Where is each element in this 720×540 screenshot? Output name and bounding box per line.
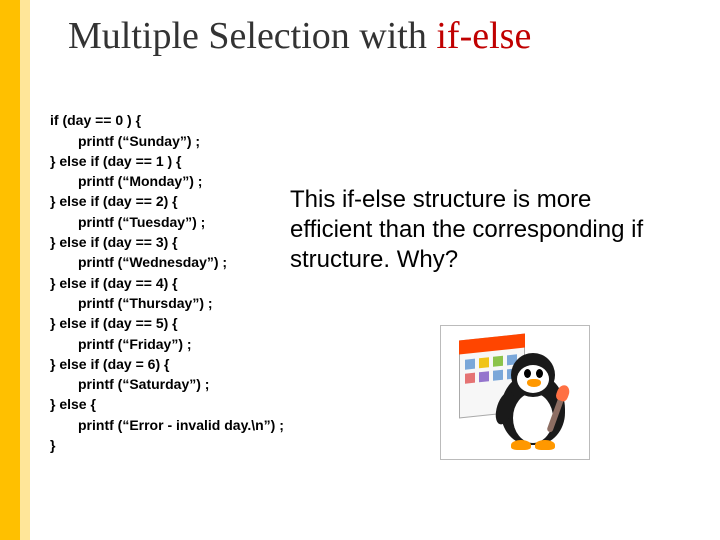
code-line: printf (“Friday”) ; [50,334,192,354]
code-line: printf (“Saturday”) ; [50,374,209,394]
code-line: printf (“Error - invalid day.\n”) ; [50,415,284,435]
code-line: } [50,437,55,453]
clipart-image [440,325,590,460]
explanation-text: This if-else structure is more efficient… [290,185,670,275]
code-block: if (day == 0 ) { printf (“Sunday”) ; } e… [50,90,284,455]
accent-stripe-outer [0,0,20,540]
title-prefix: Multiple Selection with [68,15,436,57]
code-line: } else if (day == 4) { [50,275,178,291]
penguin-painter-icon [455,335,575,450]
code-line: printf (“Wednesday”) ; [50,252,227,272]
code-line: if (day == 0 ) { [50,112,141,128]
code-line: printf (“Thursday”) ; [50,293,213,313]
code-line: } else { [50,396,96,412]
code-line: } else if (day == 3) { [50,234,178,250]
code-line: } else if (day == 2) { [50,193,178,209]
title-keyword: if-else [436,15,531,57]
code-line: } else if (day = 6) { [50,356,169,372]
accent-stripe-inner [20,0,30,540]
code-line: printf (“Tuesday”) ; [50,212,205,232]
code-line: } else if (day == 5) { [50,315,178,331]
code-line: } else if (day == 1 ) { [50,153,182,169]
code-line: printf (“Sunday”) ; [50,131,200,151]
code-line: printf (“Monday”) ; [50,171,202,191]
slide-title: Multiple Selection with if-else [68,14,531,58]
